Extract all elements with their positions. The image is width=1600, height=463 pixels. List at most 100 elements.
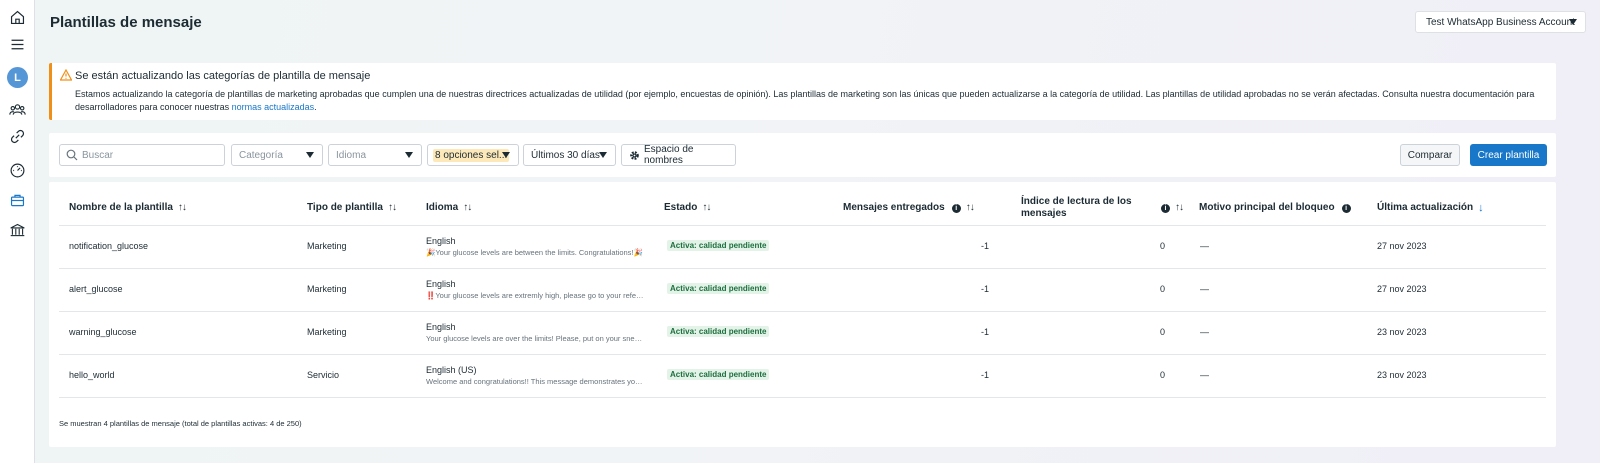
delivered-count: -1 (980, 241, 989, 251)
sort-icon[interactable]: ↑↓ (463, 202, 472, 214)
read-rate: 0 (1159, 241, 1165, 251)
block-reason: — (1200, 370, 1209, 380)
table-row[interactable]: notification_glucose Marketing English 🎉… (59, 226, 1546, 269)
sort-down-icon[interactable]: ↓ (1478, 202, 1484, 214)
info-icon[interactable]: i (1341, 203, 1351, 213)
briefcase-icon[interactable] (0, 188, 35, 212)
header-block-reason[interactable]: Motivo principal del bloqueo i (1199, 202, 1351, 214)
menu-icon[interactable] (0, 32, 35, 56)
message-preview: ‼️Your glucose levels are extremly high,… (426, 291, 646, 300)
search-icon (66, 149, 78, 161)
template-type: Marketing (307, 327, 347, 337)
left-nav-rail: L (0, 0, 35, 463)
page-title: Plantillas de mensaje (50, 14, 202, 31)
home-icon[interactable] (0, 5, 35, 29)
template-name[interactable]: warning_glucose (69, 327, 137, 337)
header-name[interactable]: Nombre de la plantilla ↑↓ (69, 202, 187, 214)
language-label: Idioma (336, 149, 367, 161)
info-icon[interactable]: i (951, 203, 961, 213)
header-block-reason-label: Motivo principal del bloqueo (1199, 202, 1335, 213)
language-name: English (426, 322, 456, 332)
language-dropdown[interactable]: Idioma (328, 144, 422, 166)
header-updated[interactable]: Última actualización ↓ (1377, 202, 1484, 214)
last-updated: 27 nov 2023 (1377, 241, 1427, 251)
header-delivered[interactable]: Mensajes entregados i ↑↓ (843, 202, 975, 214)
compare-button[interactable]: Comparar (1400, 144, 1460, 166)
status-dropdown[interactable]: 8 opciones sel... (427, 144, 519, 166)
avatar[interactable]: L (7, 67, 28, 88)
read-rate: 0 (1159, 284, 1165, 294)
header-status[interactable]: Estado ↑↓ (664, 202, 711, 214)
category-label: Categoría (239, 149, 283, 161)
status-badge: Activa: calidad pendiente (667, 240, 770, 251)
template-type: Marketing (307, 284, 347, 294)
search-input[interactable]: Buscar (59, 144, 225, 166)
sort-icon[interactable]: ↑↓ (388, 202, 397, 214)
template-name[interactable]: alert_glucose (69, 284, 123, 294)
header-language[interactable]: Idioma ↑↓ (426, 202, 472, 214)
sort-icon[interactable]: ↑↓ (178, 202, 187, 214)
template-name[interactable]: hello_world (69, 370, 115, 380)
header-read-rate-controls[interactable]: i ↑↓ (1154, 202, 1184, 214)
date-range-dropdown[interactable]: Últimos 30 días (523, 144, 616, 166)
date-label: Últimos 30 días (531, 149, 600, 161)
language-name: English (426, 236, 456, 246)
sort-icon[interactable]: ↑↓ (966, 202, 975, 214)
account-selector[interactable]: Test WhatsApp Business Account (1415, 11, 1586, 33)
template-language: English (US) Welcome and congratulations… (426, 365, 646, 386)
last-updated: 27 nov 2023 (1377, 284, 1427, 294)
templates-table: Nombre de la plantilla ↑↓ Tipo de plantil… (49, 182, 1556, 447)
info-icon[interactable]: i (1161, 203, 1170, 213)
banner-tail: . (314, 102, 317, 112)
sort-icon[interactable]: ↑↓ (702, 202, 711, 214)
header-type-label: Tipo de plantilla (307, 202, 383, 213)
bank-icon[interactable] (0, 218, 35, 242)
warning-icon (60, 69, 72, 81)
status-badge: Activa: calidad pendiente (667, 369, 770, 380)
people-icon[interactable] (0, 97, 35, 121)
last-updated: 23 nov 2023 (1377, 327, 1427, 337)
filter-bar: Buscar Categoría Idioma 8 opciones sel..… (49, 133, 1556, 177)
table-row[interactable]: warning_glucose Marketing English Your g… (59, 312, 1546, 355)
namespace-button[interactable]: Espacio de nombres (621, 144, 736, 166)
banner-title: Se están actualizando las categorías de … (75, 70, 371, 82)
gauge-icon[interactable] (0, 158, 35, 182)
status-label: 8 opciones sel... (433, 148, 510, 162)
template-type: Marketing (307, 241, 347, 251)
caret-down-icon (306, 152, 314, 158)
message-preview: 🎉Your glucose levels are between the lim… (426, 248, 643, 257)
delivered-count: -1 (980, 370, 989, 380)
header-status-label: Estado (664, 202, 698, 213)
header-language-label: Idioma (426, 202, 459, 213)
table-footer-count: Se muestran 4 plantillas de mensaje (tot… (59, 419, 302, 428)
block-reason: — (1200, 284, 1209, 294)
gear-icon (630, 151, 639, 160)
block-reason: — (1200, 327, 1209, 337)
category-dropdown[interactable]: Categoría (231, 144, 323, 166)
message-preview: Welcome and congratulations!! This messa… (426, 377, 646, 386)
delivered-count: -1 (980, 284, 989, 294)
message-preview: Your glucose levels are over the limits!… (426, 334, 646, 343)
create-template-button[interactable]: Crear plantilla (1470, 144, 1547, 166)
banner-body: Estamos actualizando la categoría de pla… (75, 88, 1545, 114)
sort-icon[interactable]: ↑↓ (1175, 202, 1184, 214)
category-update-banner: Se están actualizando las categorías de … (49, 63, 1556, 120)
table-row[interactable]: alert_glucose Marketing English ‼️Your g… (59, 269, 1546, 312)
table-row[interactable]: hello_world Servicio English (US) Welcom… (59, 355, 1546, 398)
namespace-label: Espacio de nombres (644, 144, 694, 166)
block-reason: — (1200, 241, 1209, 251)
last-updated: 23 nov 2023 (1377, 370, 1427, 380)
updated-rules-link[interactable]: normas actualizadas (232, 102, 315, 112)
link-icon[interactable] (0, 124, 35, 148)
header-delivered-label: Mensajes entregados (843, 202, 945, 213)
language-name: English (US) (426, 365, 477, 375)
template-type: Servicio (307, 370, 340, 380)
caret-down-icon (405, 152, 413, 158)
read-rate: 0 (1159, 370, 1165, 380)
account-name: Test WhatsApp Business Account (1426, 16, 1575, 28)
template-language: English ‼️Your glucose levels are extrem… (426, 279, 646, 300)
template-name[interactable]: notification_glucose (69, 241, 148, 251)
header-type[interactable]: Tipo de plantilla ↑↓ (307, 202, 397, 214)
read-rate: 0 (1159, 327, 1165, 337)
header-name-label: Nombre de la plantilla (69, 202, 173, 213)
